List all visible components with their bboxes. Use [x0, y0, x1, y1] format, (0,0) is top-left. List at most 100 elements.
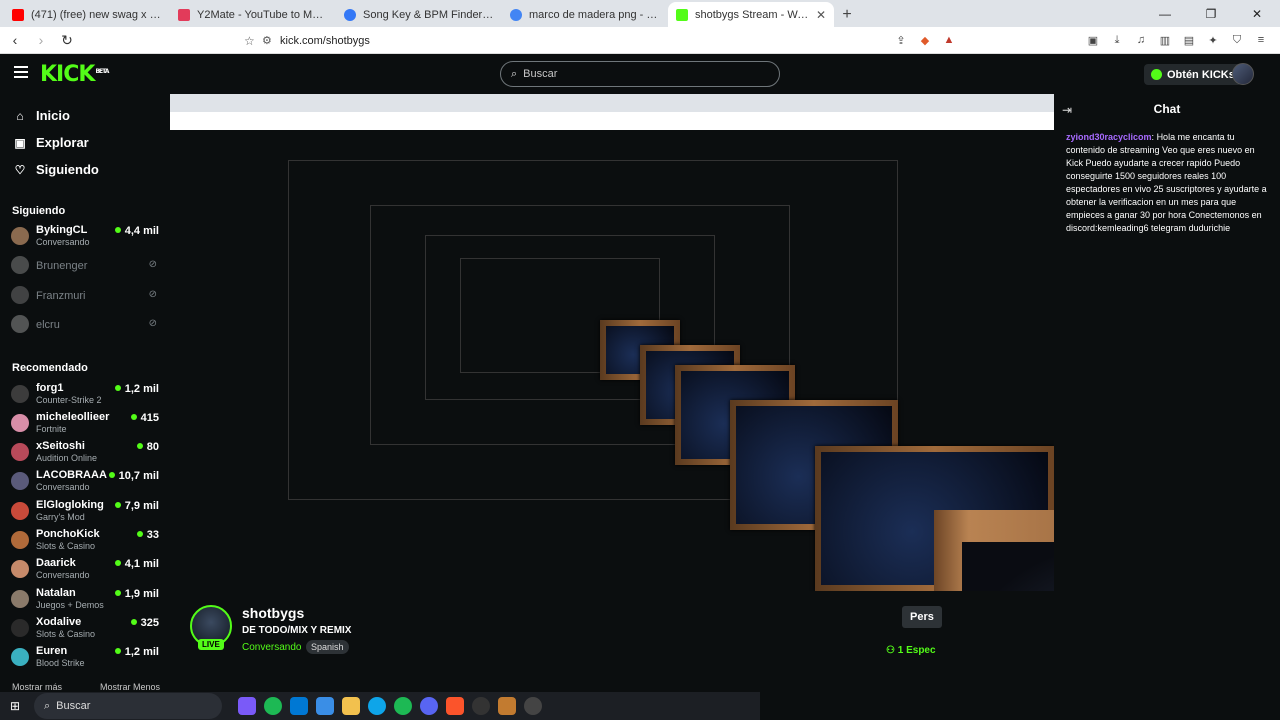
- nav-inicio[interactable]: ⌂ Inicio: [12, 108, 70, 123]
- downloads-icon[interactable]: ⤓: [1108, 31, 1126, 49]
- viewer-count: 4,1 mil: [115, 558, 159, 570]
- chat-username[interactable]: zyiond30racyclicom: [1066, 132, 1152, 142]
- recommended-item[interactable]: LACOBRAAA Conversando 10,7 mil: [11, 468, 159, 496]
- video-player[interactable]: [170, 94, 1054, 591]
- menu-icon[interactable]: ≡: [1252, 31, 1270, 49]
- taskbar-search[interactable]: ⌕ Buscar: [34, 693, 222, 719]
- sidebar-icon[interactable]: ▥: [1156, 31, 1174, 49]
- user-avatar[interactable]: [1232, 63, 1254, 85]
- following-item[interactable]: Franzmuri ⊘: [11, 282, 159, 310]
- obs-icon[interactable]: [524, 697, 542, 715]
- recommended-item[interactable]: PonchoKick Slots & Casino 33: [11, 527, 159, 555]
- channel-name[interactable]: shotbygs: [242, 605, 304, 621]
- channel-name: elcru: [36, 319, 60, 331]
- recommended-item[interactable]: micheleollieer Fortnite 415: [11, 410, 159, 438]
- kick-logo[interactable]: KICKBETA: [40, 62, 109, 87]
- personalize-button[interactable]: Pers: [902, 606, 942, 628]
- browser-tab[interactable]: marco de madera png - Buscar con G: [502, 2, 668, 27]
- live-badge: LIVE: [198, 639, 224, 650]
- store-icon[interactable]: [316, 697, 334, 715]
- viewer-count: 1,9 mil: [115, 588, 159, 600]
- maximize-button[interactable]: ❐: [1188, 0, 1234, 27]
- close-tab-icon[interactable]: ✕: [816, 8, 826, 22]
- google-icon: [510, 8, 522, 21]
- captured-tab-bar: [170, 94, 1054, 112]
- discord-icon[interactable]: [420, 697, 438, 715]
- avatar: [11, 502, 29, 520]
- stream-category[interactable]: Conversando: [242, 642, 301, 653]
- following-item[interactable]: Brunenger ⊘: [11, 252, 159, 280]
- channel-name: Daarick: [36, 557, 76, 569]
- browser-tab[interactable]: Y2Mate - YouTube to MP3 Converter: [170, 2, 336, 27]
- recommended-item[interactable]: Euren Blood Strike 1,2 mil: [11, 644, 159, 672]
- get-kicks-button[interactable]: Obtén KICKs: [1144, 64, 1242, 85]
- show-less-button[interactable]: Mostrar Menos: [100, 682, 160, 692]
- recommended-item[interactable]: Xodalive Slots & Casino 325: [11, 615, 159, 643]
- brave-icon[interactable]: [446, 697, 464, 715]
- heart-icon: ♡: [14, 162, 26, 177]
- search-icon: ⌕: [44, 699, 51, 712]
- recommended-item[interactable]: xSeitoshi Audition Online 80: [11, 439, 159, 467]
- app-icon[interactable]: [264, 697, 282, 715]
- bookmark-icon[interactable]: ☆: [244, 34, 262, 48]
- channel-name: PonchoKick: [36, 528, 100, 540]
- avatar: [11, 286, 29, 304]
- viewer-count: 325: [131, 617, 159, 629]
- share-icon[interactable]: ⇪: [892, 31, 910, 49]
- avatar: [11, 590, 29, 608]
- recommended-item[interactable]: Daarick Conversando 4,1 mil: [11, 556, 159, 584]
- media-player-icon[interactable]: [472, 697, 490, 715]
- extensions-icon[interactable]: ✦: [1204, 31, 1222, 49]
- offline-icon: ⊘: [148, 318, 157, 329]
- close-window-button[interactable]: ✕: [1234, 0, 1280, 27]
- following-item[interactable]: BykingCL Conversando 4,4 mil: [11, 223, 159, 251]
- spotify-icon[interactable]: [394, 697, 412, 715]
- search-input[interactable]: ⌕ Buscar: [500, 61, 780, 87]
- browser-tab-active[interactable]: shotbygs Stream - Watch Live on ✕: [668, 2, 834, 27]
- forward-button[interactable]: ›: [30, 29, 52, 51]
- show-more-button[interactable]: Mostrar más: [12, 682, 62, 692]
- captured-address-bar: [170, 112, 1054, 130]
- reload-button[interactable]: ↻: [56, 29, 78, 51]
- vpn-icon[interactable]: ⛉: [1228, 31, 1246, 49]
- hamburger-menu-icon[interactable]: [14, 66, 28, 78]
- edge-icon[interactable]: [368, 697, 386, 715]
- back-button[interactable]: ‹: [4, 29, 26, 51]
- browser-tab[interactable]: (471) (free) new swag x pharell x meti: [4, 2, 170, 27]
- wallet-icon[interactable]: ▤: [1180, 31, 1198, 49]
- music-icon[interactable]: ♫: [1132, 31, 1150, 49]
- copilot-icon[interactable]: [238, 697, 256, 715]
- language-tag[interactable]: Spanish: [306, 640, 349, 654]
- kicks-label: Obtén KICKs: [1167, 68, 1235, 81]
- url-text[interactable]: kick.com/shotbygs: [280, 35, 370, 47]
- recommended-item[interactable]: forg1 Counter-Strike 2 1,2 mil: [11, 381, 159, 409]
- folder-icon[interactable]: [342, 697, 360, 715]
- home-icon: ⌂: [16, 108, 24, 123]
- browser-toolbar: ⇪ ◆ ▲ ▣ ⤓ ♫ ▥ ▤ ✦ ⛉ ≡: [892, 31, 1270, 49]
- channel-name: micheleollieer: [36, 411, 110, 423]
- viewer-count: 4,4 mil: [115, 225, 159, 237]
- recommended-item[interactable]: Natalan Juegos + Demos 1,9 mil: [11, 586, 159, 614]
- minimize-button[interactable]: —: [1142, 0, 1188, 27]
- avatar: [11, 648, 29, 666]
- avatar: [11, 560, 29, 578]
- following-heading: Siguiendo: [12, 205, 66, 217]
- tab-title: (471) (free) new swag x pharell x meti: [31, 8, 162, 21]
- site-info-icon[interactable]: ⚙: [262, 34, 280, 47]
- recommended-item[interactable]: ElGlogloking Garry's Mod 7,9 mil: [11, 498, 159, 526]
- new-tab-button[interactable]: +: [834, 2, 860, 27]
- brave-shield-icon[interactable]: ◆: [916, 31, 934, 49]
- url-box[interactable]: ☆ ⚙ kick.com/shotbygs: [244, 30, 994, 51]
- tab-manager-icon[interactable]: ▣: [1084, 31, 1102, 49]
- nav-siguiendo[interactable]: ♡ Siguiendo: [12, 162, 99, 177]
- channel-name: Euren: [36, 645, 68, 657]
- windows-start-icon[interactable]: ⊞: [0, 692, 30, 720]
- tab-title: marco de madera png - Buscar con G: [529, 8, 660, 21]
- brave-rewards-icon[interactable]: ▲: [940, 31, 958, 49]
- following-item[interactable]: elcru ⊘: [11, 311, 159, 339]
- nav-explorar[interactable]: ▣ Explorar: [12, 135, 88, 150]
- tab-title: Song Key & BPM Finder | Tunebat: [363, 8, 494, 21]
- mail-icon[interactable]: [290, 697, 308, 715]
- browser-tab[interactable]: Song Key & BPM Finder | Tunebat: [336, 2, 502, 27]
- app-icon[interactable]: [498, 697, 516, 715]
